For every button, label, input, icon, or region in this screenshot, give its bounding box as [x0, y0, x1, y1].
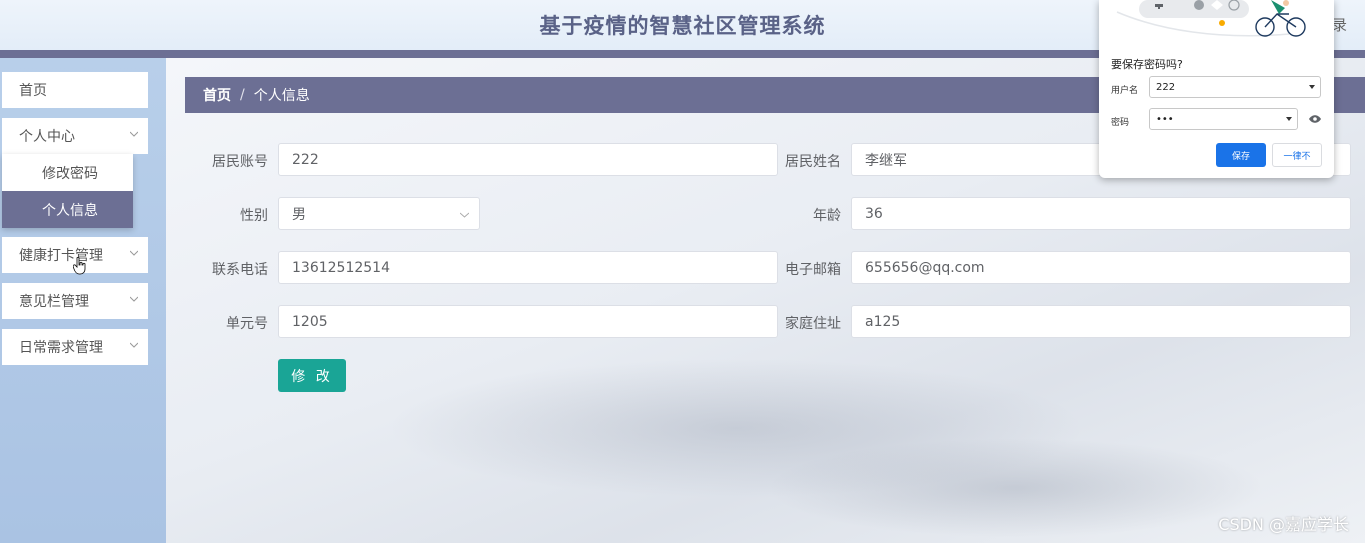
name-value: 李继军	[865, 152, 907, 169]
unit-field[interactable]: 1205	[278, 305, 778, 338]
hand-cursor-icon	[73, 257, 86, 275]
sidebar-item-home[interactable]: 首页	[2, 72, 148, 108]
chevron-down-icon	[130, 131, 138, 137]
eye-icon[interactable]	[1309, 115, 1321, 123]
address-label: 家庭住址	[785, 316, 841, 332]
name-label: 居民姓名	[785, 154, 841, 170]
save-password-popup: 要保存密码吗? 用户名 222 密码 ••• 保存 一律不	[1099, 0, 1334, 178]
username-label: 用户名	[1111, 86, 1139, 96]
age-field[interactable]: 36	[851, 197, 1351, 230]
username-value: 222	[1156, 81, 1176, 93]
phone-value: 13612512514	[292, 259, 390, 276]
sidebar-item-personal-center[interactable]: 个人中心	[2, 118, 148, 154]
dropdown-arrow-icon	[1286, 117, 1292, 121]
logout-link[interactable]: 录	[1332, 14, 1347, 35]
edit-button[interactable]: 修 改	[278, 359, 346, 392]
account-field[interactable]: 222	[278, 143, 778, 176]
sidebar-item-label: 健康打卡管理	[19, 248, 103, 264]
email-field[interactable]: 655656@qq.com	[851, 251, 1351, 284]
never-save-button[interactable]: 一律不	[1272, 143, 1322, 167]
sidebar-item-label: 意见栏管理	[19, 294, 89, 310]
submenu-item-personal-info[interactable]: 个人信息	[2, 191, 133, 228]
address-value: a125	[865, 313, 901, 330]
age-label: 年龄	[813, 208, 841, 224]
account-label: 居民账号	[212, 154, 268, 170]
unit-value: 1205	[292, 313, 328, 330]
email-value: 655656@qq.com	[865, 259, 985, 276]
watermark: CSDN @嘉应学长	[1218, 515, 1349, 534]
chevron-down-icon	[130, 342, 138, 348]
chevron-down-icon	[130, 250, 138, 256]
personal-center-submenu: 修改密码 个人信息	[2, 154, 133, 228]
dropdown-arrow-icon	[1309, 85, 1315, 89]
save-password-title: 要保存密码吗?	[1111, 58, 1183, 71]
chevron-down-icon	[130, 296, 138, 302]
account-value: 222	[292, 151, 319, 168]
password-select[interactable]: •••	[1149, 108, 1298, 130]
sidebar-item-label: 日常需求管理	[19, 340, 103, 356]
gender-label: 性别	[240, 208, 268, 224]
sidebar-item-daily-needs[interactable]: 日常需求管理	[2, 329, 148, 365]
breadcrumb-current: 个人信息	[253, 88, 310, 104]
unit-label: 单元号	[226, 316, 268, 332]
phone-label: 联系电话	[212, 262, 268, 278]
save-password-button[interactable]: 保存	[1216, 143, 1266, 167]
address-field[interactable]: a125	[851, 305, 1351, 338]
username-select[interactable]: 222	[1149, 76, 1321, 98]
bicycle-illustration-icon	[1116, 0, 1306, 37]
password-value: •••	[1156, 113, 1174, 125]
chevron-down-icon	[460, 212, 469, 218]
breadcrumb-separator: /	[240, 87, 245, 103]
email-label: 电子邮箱	[785, 262, 841, 278]
password-label: 密码	[1111, 118, 1130, 128]
sidebar-item-label: 个人中心	[19, 129, 75, 145]
breadcrumb-home[interactable]: 首页	[203, 85, 231, 105]
sidebar-item-feedback[interactable]: 意见栏管理	[2, 283, 148, 319]
gender-value: 男	[292, 206, 306, 223]
gender-select[interactable]: 男	[278, 197, 480, 230]
age-value: 36	[865, 205, 883, 222]
submenu-item-change-password[interactable]: 修改密码	[2, 154, 133, 191]
phone-field[interactable]: 13612512514	[278, 251, 778, 284]
sidebar-item-label: 首页	[19, 83, 47, 99]
